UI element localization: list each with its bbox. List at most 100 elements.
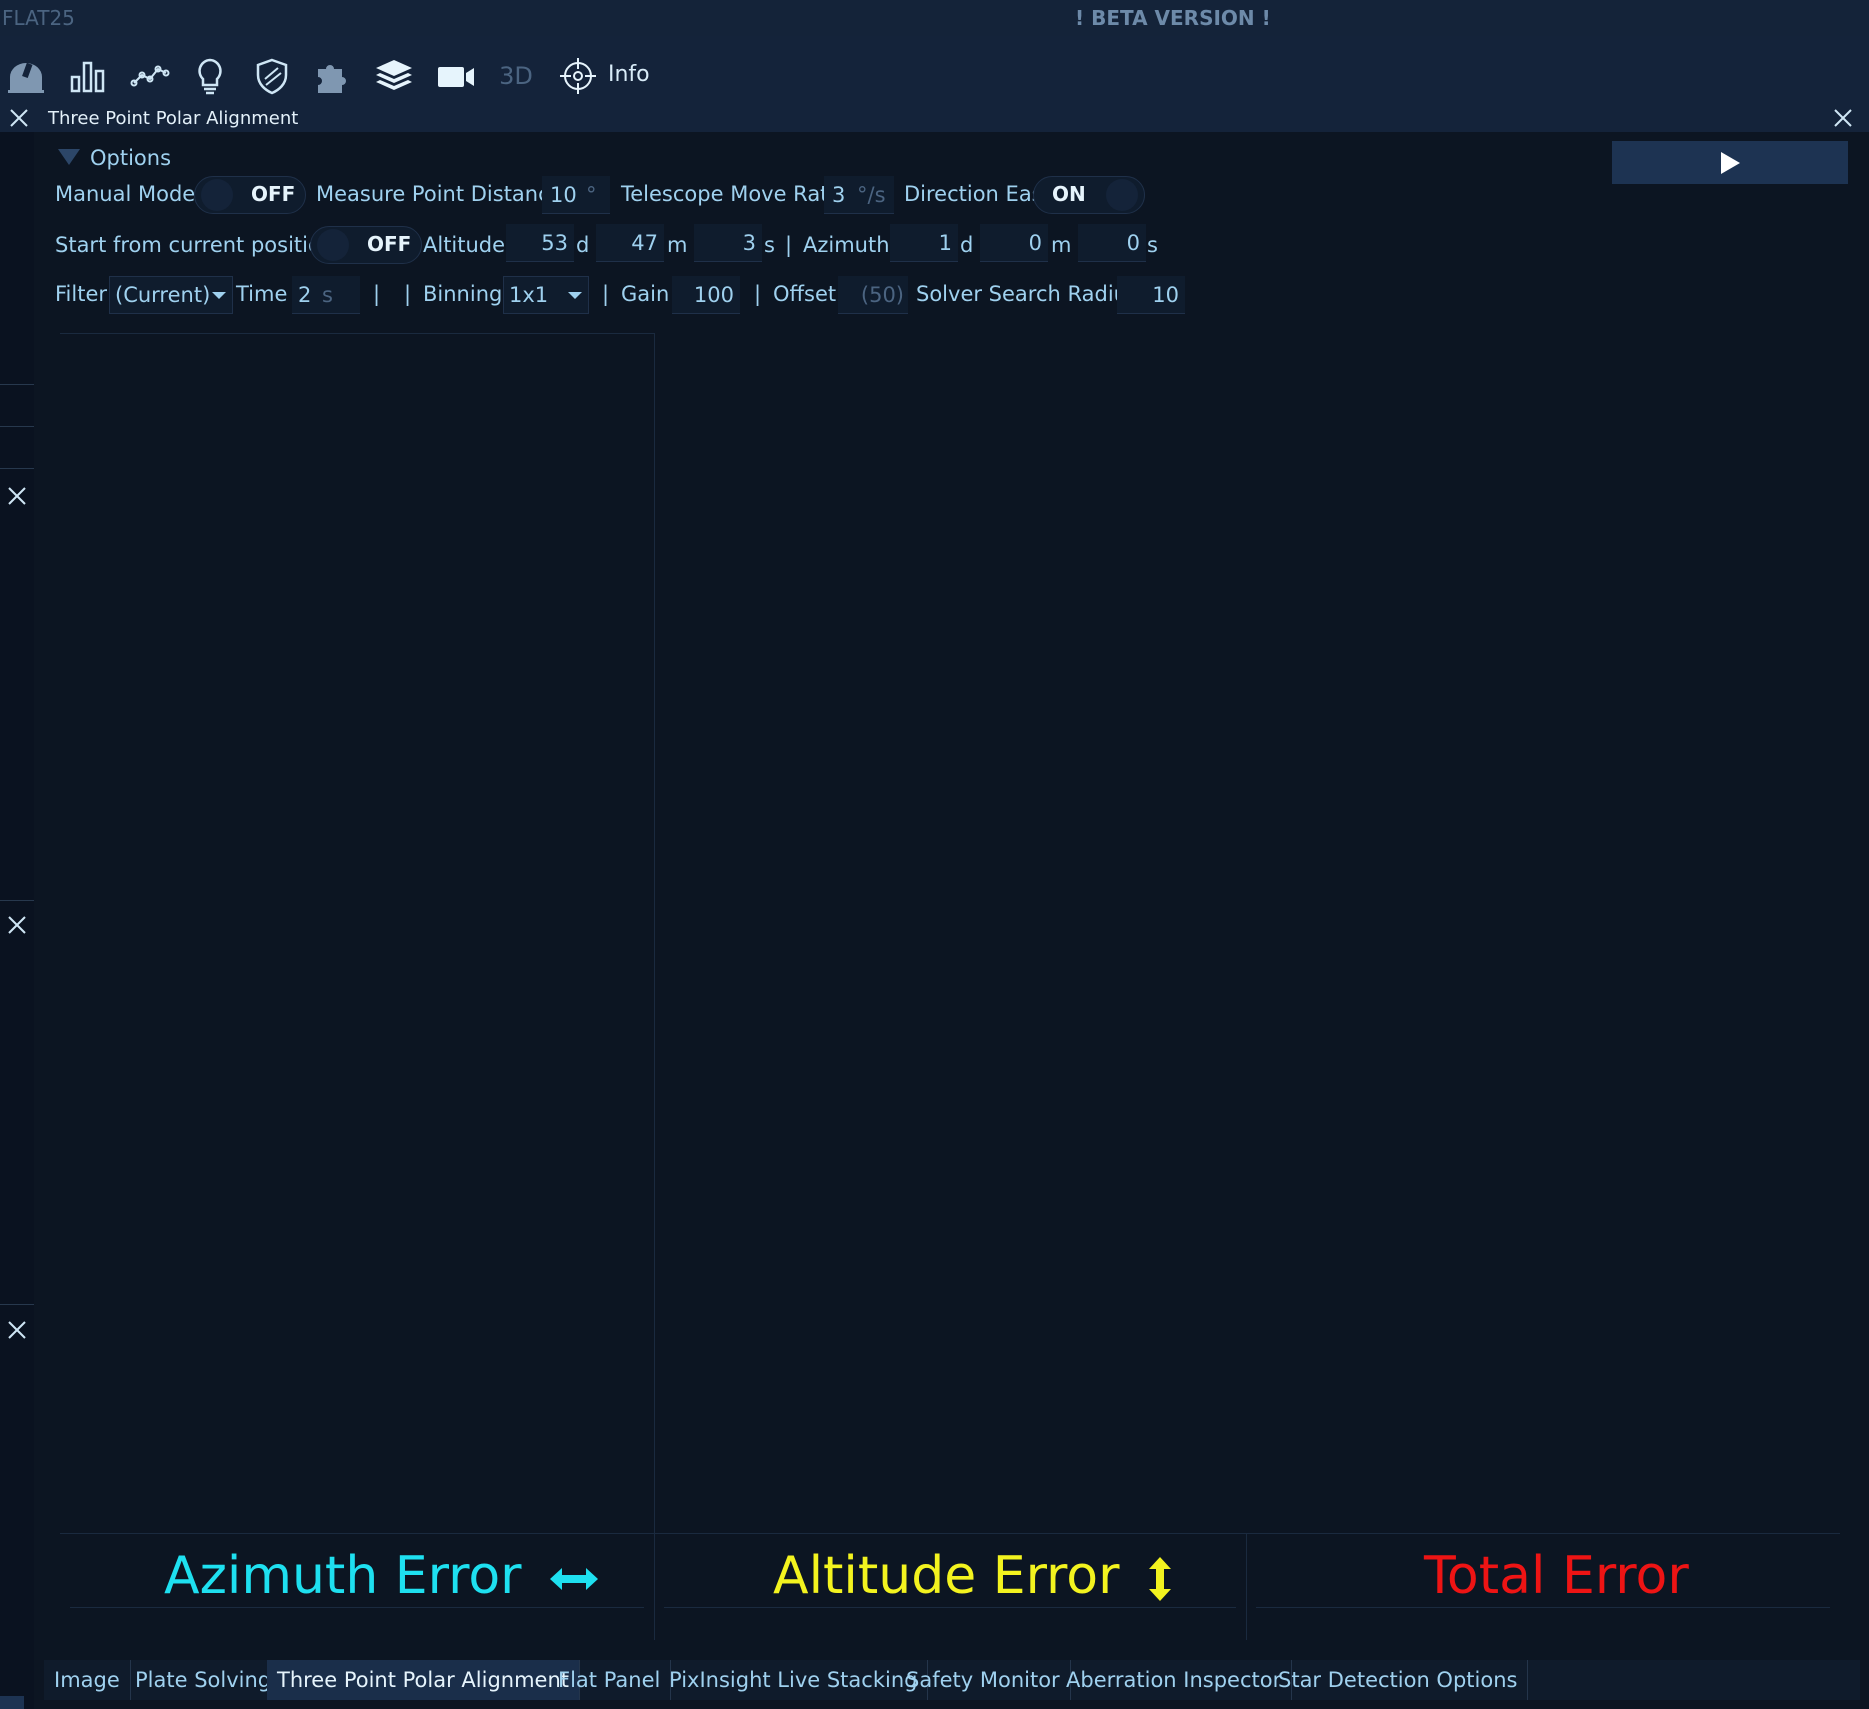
altitude-seconds-input[interactable]: 3 <box>694 224 762 262</box>
degrees-unit: d <box>960 233 974 257</box>
error-divider <box>654 1534 655 1640</box>
left-dock-strip <box>0 132 34 1709</box>
start-from-current-label: Start from current position? <box>55 233 346 257</box>
3d-icon[interactable]: 3D <box>494 56 538 96</box>
dock-divider <box>0 384 34 385</box>
chevron-down-icon <box>568 292 582 299</box>
gain-value: 100 <box>693 283 734 307</box>
close-icon[interactable] <box>6 914 28 936</box>
azimuth-error-label: Azimuth Error <box>164 1546 599 1606</box>
video-camera-icon[interactable] <box>434 56 478 96</box>
bar-chart-icon[interactable] <box>66 56 110 96</box>
altitude-minutes-input[interactable]: 47 <box>596 224 664 262</box>
time-value: 2 <box>298 283 312 307</box>
alignment-image-area[interactable] <box>60 333 655 1534</box>
vertical-arrows-icon <box>1149 1557 1172 1601</box>
solver-radius-input[interactable]: 10 <box>1117 276 1185 314</box>
filter-value: (Current) <box>115 283 211 307</box>
azimuth-minutes-value: 0 <box>1028 231 1042 255</box>
total-error-text: Total Error <box>1424 1546 1689 1606</box>
seconds-unit: s <box>764 233 775 257</box>
tab-aberration-inspector[interactable]: Aberration Inspector <box>1056 1660 1293 1700</box>
start-from-current-state: OFF <box>367 232 412 256</box>
title-bar <box>0 0 1869 36</box>
tab-star-detection-options[interactable]: Star Detection Options <box>1268 1660 1529 1700</box>
tab-pixinsight-live-stacking[interactable]: PixInsight Live Stacking <box>659 1660 929 1700</box>
azimuth-minutes-input[interactable]: 0 <box>980 224 1048 262</box>
measure-point-distance-value: 10 <box>550 183 577 207</box>
azimuth-degrees-value: 1 <box>938 231 952 255</box>
azimuth-seconds-input[interactable]: 0 <box>1078 224 1146 262</box>
graph-icon[interactable] <box>128 56 172 96</box>
total-error-label: Total Error <box>1424 1546 1689 1606</box>
azimuth-label: Azimuth <box>803 233 890 257</box>
shield-icon[interactable] <box>250 56 294 96</box>
dock-divider <box>0 1304 34 1305</box>
separator: | <box>602 282 610 306</box>
telescope-move-rate-input[interactable]: 3 °/s <box>824 176 894 214</box>
3d-label: 3D <box>499 62 533 90</box>
filter-label: Filter <box>55 282 108 306</box>
offset-input[interactable]: (50) <box>838 276 908 314</box>
seconds-unit: s <box>1147 233 1158 257</box>
degrees-unit: d <box>576 233 590 257</box>
status-indicator <box>0 1696 24 1709</box>
error-underline <box>70 1607 644 1608</box>
altitude-degrees-value: 53 <box>541 231 568 255</box>
collapse-triangle-icon[interactable] <box>56 146 82 168</box>
minutes-unit: m <box>667 233 688 257</box>
info-button[interactable]: Info <box>608 62 650 87</box>
dock-divider <box>0 426 34 427</box>
dock-divider <box>0 468 34 469</box>
direction-east-toggle[interactable]: ON <box>1033 176 1145 214</box>
solver-radius-label: Solver Search Radius <box>916 282 1138 306</box>
beta-banner: ! BETA VERSION ! <box>1075 6 1271 30</box>
time-input[interactable]: 2 s <box>292 276 360 314</box>
panel-title: Three Point Polar Alignment <box>48 108 299 129</box>
altitude-seconds-value: 3 <box>742 231 756 255</box>
tab-image[interactable]: Image <box>44 1660 131 1700</box>
start-from-current-toggle[interactable]: OFF <box>310 226 422 264</box>
puzzle-icon[interactable] <box>310 56 354 96</box>
filter-select[interactable]: (Current) <box>109 276 233 314</box>
altitude-error-label: Altitude Error <box>773 1546 1172 1606</box>
close-icon[interactable] <box>8 107 30 129</box>
binning-select[interactable]: 1x1 <box>503 276 589 314</box>
observatory-icon[interactable] <box>4 56 48 96</box>
offset-label: Offset <box>773 282 837 306</box>
direction-east-state: ON <box>1052 182 1086 206</box>
error-divider <box>1246 1534 1247 1640</box>
gain-label: Gain <box>621 282 670 306</box>
error-underline <box>1256 1607 1830 1608</box>
telescope-move-rate-value: 3 <box>832 183 846 207</box>
play-icon <box>1721 151 1740 174</box>
tab-flat-panel[interactable]: Flat Panel <box>548 1660 672 1700</box>
close-icon[interactable] <box>6 485 28 507</box>
crosshair-icon[interactable] <box>556 56 600 96</box>
time-unit: s <box>322 283 333 307</box>
tab-three-point-polar-alignment[interactable]: Three Point Polar Alignment <box>267 1660 581 1700</box>
altitude-degrees-input[interactable]: 53 <box>506 224 574 262</box>
binning-value: 1x1 <box>509 283 549 307</box>
measure-point-distance-input[interactable]: 10 ° <box>542 176 610 214</box>
tab-plate-solving[interactable]: Plate Solving <box>125 1660 283 1700</box>
lightbulb-icon[interactable] <box>188 56 232 96</box>
azimuth-degrees-input[interactable]: 1 <box>890 224 958 262</box>
measure-point-distance-label: Measure Point Distance <box>316 182 563 206</box>
start-button[interactable] <box>1612 141 1848 184</box>
separator: | <box>785 233 793 257</box>
layers-icon[interactable] <box>372 56 416 96</box>
separator: | <box>404 282 412 306</box>
close-icon[interactable] <box>6 1319 28 1341</box>
chevron-down-icon <box>212 292 226 299</box>
gain-input[interactable]: 100 <box>672 276 740 314</box>
altitude-label: Altitude <box>423 233 506 257</box>
tab-safety-monitor[interactable]: Safety Monitor <box>896 1660 1071 1700</box>
error-underline <box>664 1607 1236 1608</box>
close-panel-icon[interactable] <box>1832 107 1854 129</box>
options-header[interactable]: Options <box>90 146 171 170</box>
telescope-move-rate-unit: °/s <box>857 183 886 207</box>
separator: | <box>754 282 762 306</box>
manual-mode-toggle[interactable]: OFF <box>194 176 306 214</box>
azimuth-seconds-value: 0 <box>1126 231 1140 255</box>
